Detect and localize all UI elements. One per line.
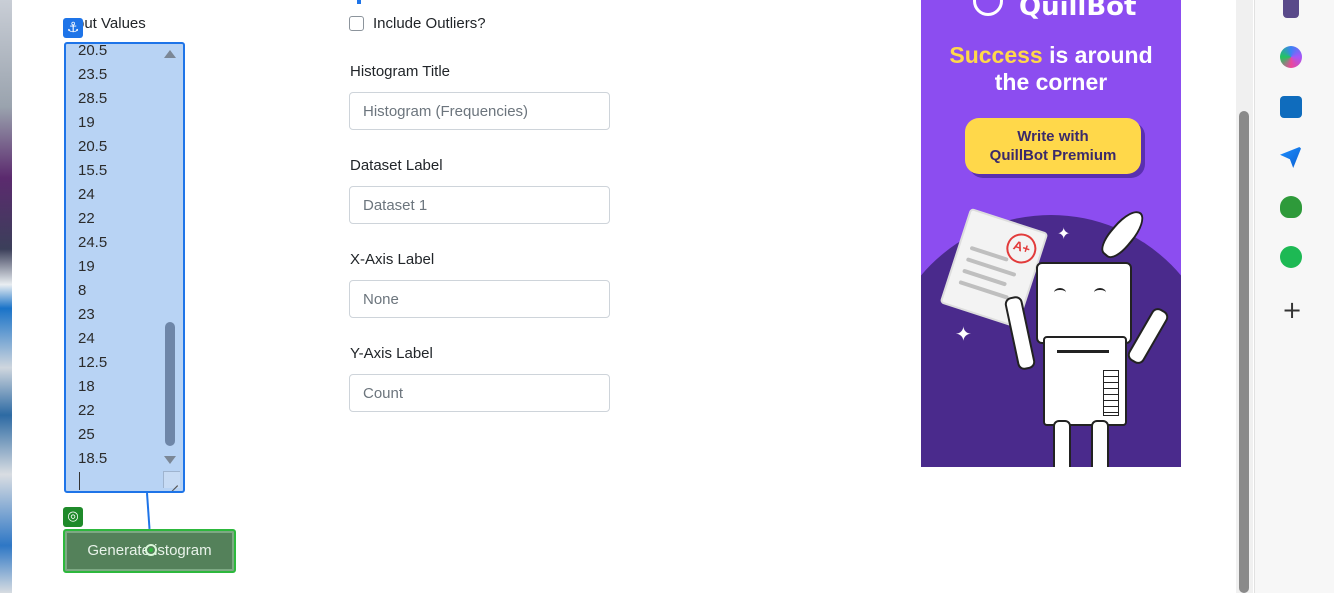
y-axis-label-input[interactable] <box>349 374 610 412</box>
ad-cta-line2: QuillBot Premium <box>989 147 1117 164</box>
browser-sidebar: + <box>1254 0 1334 593</box>
tree-icon[interactable] <box>1280 196 1302 218</box>
page-scrollbar-thumb[interactable] <box>1239 111 1249 593</box>
ad-brand: QuillBot <box>1019 0 1137 22</box>
ad-cta-line1: Write with <box>1017 128 1089 145</box>
spotify-icon[interactable] <box>1280 246 1302 268</box>
scroll-down-icon[interactable] <box>164 456 176 464</box>
textarea-line: 24 <box>78 330 95 347</box>
textarea-line: 24 <box>78 186 95 203</box>
histogram-title-label: Histogram Title <box>350 63 451 80</box>
ad-grade: A+ <box>1002 229 1041 268</box>
ad-headline: Success is around the corner <box>921 42 1181 96</box>
ad-headline-rest-1: is around <box>1042 42 1153 68</box>
click-target-icon <box>145 544 157 556</box>
textarea-line: 25 <box>78 426 95 443</box>
textarea-line: 22 <box>78 402 95 419</box>
heading-fragment <box>357 0 361 4</box>
textarea-line: 18 <box>78 378 95 395</box>
y-axis-label-label: Y-Axis Label <box>350 345 433 362</box>
textarea-line: 20.5 <box>78 42 108 59</box>
ad-cta-button[interactable]: Write with QuillBot Premium <box>965 118 1141 174</box>
textarea-line: 8 <box>78 282 87 299</box>
textarea-line: 28.5 <box>78 90 108 107</box>
textarea-line: 18.5 <box>78 450 108 467</box>
x-axis-label-input[interactable] <box>349 280 610 318</box>
resize-handle-icon[interactable] <box>163 471 180 488</box>
plus-icon[interactable]: + <box>1282 298 1302 322</box>
textarea-line: 12.5 <box>78 354 108 371</box>
textarea-line: 23 <box>78 306 95 323</box>
textarea-line: 24.5 <box>78 234 108 251</box>
robot-body-icon <box>1043 336 1127 426</box>
sparkle-icon: ✦ <box>1057 224 1071 243</box>
chess-icon[interactable] <box>1283 0 1299 18</box>
ad-headline-highlight: Success <box>949 42 1043 68</box>
input-values-textarea[interactable]: 20.5 23.5 28.5 19 20.5 15.5 24 22 24.5 19 8 23 24 12.… <box>64 42 185 493</box>
outlook-icon[interactable] <box>1280 96 1302 118</box>
anchor-icon: ⚓ <box>63 18 83 38</box>
x-axis-label-label: X-Axis Label <box>350 251 435 268</box>
send-icon[interactable] <box>1280 146 1302 168</box>
scroll-up-icon[interactable] <box>164 50 176 58</box>
robot-leg-icon <box>1053 420 1071 467</box>
quillbot-logo-icon <box>973 0 1003 16</box>
overlay-connector <box>146 492 151 529</box>
dataset-label-input[interactable] <box>349 186 610 224</box>
target-icon: ◎ <box>63 507 83 527</box>
dataset-label-label: Dataset Label <box>350 157 443 174</box>
textarea-line: 20.5 <box>78 138 108 155</box>
robot-leg-icon <box>1091 420 1109 467</box>
textarea-line: 15.5 <box>78 162 108 179</box>
include-outliers-label[interactable]: Include Outliers? <box>373 15 486 32</box>
textarea-line: 23.5 <box>78 66 108 83</box>
generate-histogram-button[interactable]: Generate istogram <box>63 529 236 573</box>
quillbot-ad[interactable]: QuillBot Success is around the corner Wr… <box>921 0 1181 467</box>
sparkle-icon: ✦ <box>955 322 972 346</box>
robot-head-icon <box>1036 262 1132 344</box>
desktop-edge <box>0 0 12 593</box>
include-outliers-checkbox[interactable] <box>349 16 364 31</box>
textarea-line: 19 <box>78 258 95 275</box>
textarea-line: 22 <box>78 210 95 227</box>
ad-headline-rest-2: the corner <box>994 69 1108 95</box>
textarea-scrollbar-thumb[interactable] <box>165 322 175 446</box>
histogram-title-input[interactable] <box>349 92 610 130</box>
copilot-icon[interactable] <box>1280 46 1302 68</box>
input-values-label: out Values <box>76 15 146 32</box>
text-caret <box>79 472 80 490</box>
textarea-line: 19 <box>78 114 95 131</box>
